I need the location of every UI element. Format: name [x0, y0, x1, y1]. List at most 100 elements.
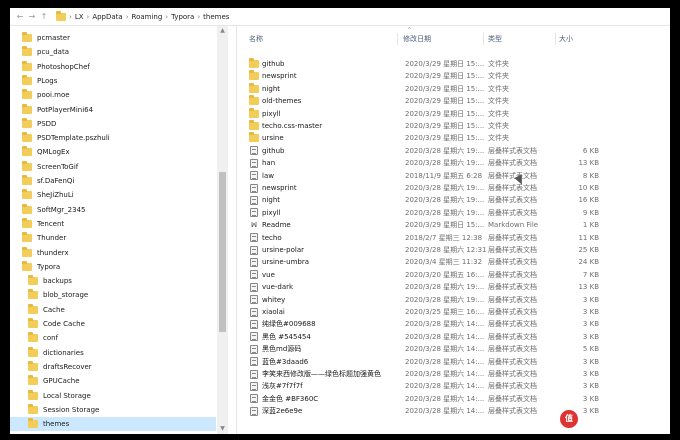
file-size: 3 KB: [582, 370, 599, 378]
file-type: 层叠样式表文档: [488, 320, 537, 329]
scroll-up-icon[interactable]: ▲: [217, 26, 228, 36]
file-row[interactable]: 黑色 #545454 2020/3/28 星期六 14:... 层叠样式表文档 3 K…: [237, 331, 657, 343]
file-row[interactable]: newsprint 2020/3/28 星期六 19:... 层叠样式表文档 10 K…: [237, 182, 657, 194]
tree-item-label: PSDTemplate.pszhuli: [37, 134, 110, 143]
file-row[interactable]: newsprint 2020/3/29 星期日 15:... 文件夹: [237, 70, 657, 82]
tree-item[interactable]: blob_storage: [10, 288, 216, 302]
tree-item[interactable]: draftsRecover: [10, 360, 216, 374]
folder-icon: [22, 217, 32, 228]
tree-item[interactable]: QMLogEx: [10, 145, 216, 159]
file-row[interactable]: han 2020/3/28 星期六 19:... 层叠样式表文档 13 KB: [237, 157, 657, 169]
file-row[interactable]: github 2020/3/28 星期六 19:... 层叠样式表文档 6 KB: [237, 145, 657, 157]
file-type: 层叠样式表文档: [488, 407, 537, 416]
file-name: ursine-polar: [262, 246, 305, 254]
file-type: 层叠样式表文档: [488, 295, 537, 304]
tree-item[interactable]: conf: [10, 331, 216, 345]
scroll-down-icon[interactable]: ▼: [217, 424, 228, 434]
markdown-file-icon: ꟽ: [250, 220, 258, 229]
tree-item[interactable]: themes: [10, 417, 216, 432]
tree-item[interactable]: thunderx: [10, 246, 216, 260]
column-divider[interactable]: [483, 33, 484, 45]
file-type: 层叠样式表文档: [488, 345, 537, 354]
breadcrumb-segment[interactable]: LX: [75, 13, 84, 21]
file-row[interactable]: pixyll 2020/3/28 星期六 19:... 层叠样式表文档 9 KB: [237, 207, 657, 219]
tree-item[interactable]: pcmaster: [10, 31, 216, 45]
file-modified-date: 2020/3/29 星期日 15:...: [405, 97, 485, 106]
file-row[interactable]: 黑色md源码 2020/3/28 星期六 14:... 层叠样式表文档 5 KB: [237, 343, 657, 355]
file-size: 3 KB: [582, 320, 599, 329]
file-name: night: [262, 196, 281, 205]
tree-item[interactable]: Code Cache: [10, 317, 216, 331]
up-arrow-icon[interactable]: ↑: [38, 12, 50, 21]
file-type: 层叠样式表文档: [488, 382, 537, 391]
tree-item[interactable]: sf.DaFenQi: [10, 174, 216, 188]
breadcrumb[interactable]: › LX › AppData › Roaming › Typora › them…: [56, 10, 232, 24]
forward-arrow-icon[interactable]: →: [26, 12, 38, 21]
file-row[interactable]: ꟽ Readme 2020/3/29 星期日 15:... Markdown File…: [237, 219, 657, 231]
tree-item[interactable]: pooi.moe: [10, 88, 216, 102]
column-divider[interactable]: [555, 33, 556, 45]
column-size-header[interactable]: 大小: [559, 32, 573, 46]
file-row[interactable]: night 2020/3/29 星期日 15:... 文件夹: [237, 82, 657, 95]
file-type: 文件夹: [488, 134, 509, 143]
file-row[interactable]: 纯绿色#009688 2020/3/28 星期六 14:... 层叠样式表文档 3 K…: [237, 318, 657, 330]
tree-item[interactable]: PLogs: [10, 74, 216, 88]
file-row[interactable]: 金金色 #BF360C 2020/3/28 星期六 14:... 层叠样式表文档 3 …: [237, 393, 657, 405]
breadcrumb-segment[interactable]: AppData: [92, 13, 122, 21]
tree-item[interactable]: Cache: [10, 303, 216, 317]
scrollbar-thumb[interactable]: [219, 172, 226, 332]
file-row[interactable]: ursine 2020/3/29 星期日 15:... 文件夹: [237, 132, 657, 144]
file-row[interactable]: techo 2018/2/7 星期三 12:38 层叠样式表文档 11 KB: [237, 232, 657, 244]
file-name: old-themes: [262, 97, 302, 106]
tree-item[interactable]: Typora: [10, 260, 216, 274]
file-row[interactable]: 李笑来西修改版——绿色标题加强黄色 2020/3/28 星期六 14:... 层叠样…: [237, 368, 657, 380]
column-date-header[interactable]: 修改日期: [403, 32, 431, 46]
file-name: github: [262, 60, 285, 68]
back-arrow-icon[interactable]: ←: [14, 12, 26, 21]
tree-item[interactable]: PSDD: [10, 117, 216, 131]
tree-item[interactable]: dictionaries: [10, 346, 216, 360]
breadcrumb-segment[interactable]: themes: [203, 13, 229, 21]
css-file-icon: [249, 344, 259, 354]
tree-item[interactable]: Thunder: [10, 231, 216, 245]
tree-item[interactable]: GPUCache: [10, 374, 216, 388]
tree-item[interactable]: SoftMgr_2345: [10, 203, 216, 217]
tree-item-label: QMLogEx: [37, 148, 70, 157]
tree-item[interactable]: pcu_data: [10, 45, 216, 59]
tree-item[interactable]: Session Storage: [10, 403, 216, 417]
chevron-right-icon: ›: [86, 12, 90, 21]
file-row[interactable]: vue-dark 2020/3/28 星期六 19:... 层叠样式表文档 13 KB: [237, 281, 657, 293]
tree-item[interactable]: SheJiZhuLi: [10, 188, 216, 202]
file-modified-date: 2020/3/28 星期六 19:...: [405, 283, 485, 292]
file-row[interactable]: ursine-polar 2020/3/28 星期六 12:31 层叠样式表文档 25…: [237, 244, 657, 256]
column-type-header[interactable]: 类型: [488, 32, 502, 46]
file-type: 文件夹: [488, 97, 509, 106]
column-name-header[interactable]: 名称: [249, 32, 263, 46]
file-row[interactable]: law 2018/11/9 星期五 6:28 层叠样式表文档 8 KB: [237, 170, 657, 182]
file-row[interactable]: xiaolai 2020/3/25 星期三 16:... 层叠样式表文档 3 KB: [237, 306, 657, 318]
tree-item[interactable]: PotPlayerMini64: [10, 103, 216, 117]
file-row[interactable]: night 2020/3/28 星期六 19:... 层叠样式表文档 16 KB: [237, 194, 657, 206]
file-name: 黑色 #545454: [262, 332, 311, 341]
file-row[interactable]: pixyll 2020/3/29 星期日 15:... 文件夹: [237, 107, 657, 120]
css-file-icon: [249, 208, 259, 218]
tree-item[interactable]: PSDTemplate.pszhuli: [10, 131, 216, 145]
tree-item[interactable]: backups: [10, 274, 216, 288]
file-row[interactable]: whitey 2020/3/28 星期六 19:... 层叠样式表文档 3 KB: [237, 294, 657, 306]
breadcrumb-segment[interactable]: Roaming: [132, 13, 163, 21]
tree-scrollbar[interactable]: ▲ ▼: [217, 26, 228, 434]
file-row[interactable]: 浅灰#7f7f7f 2020/3/28 星期六 14:... 层叠样式表文档 3 KB: [237, 380, 657, 392]
file-row[interactable]: old-themes 2020/3/29 星期日 15:... 文件夹: [237, 95, 657, 107]
tree-item[interactable]: ScreenToGif: [10, 160, 216, 174]
css-file-icon: [249, 233, 259, 243]
file-row[interactable]: techo.css-master 2020/3/29 星期日 15:... 文件夹: [237, 120, 657, 132]
file-row[interactable]: ursine-umbra 2020/3/4 星期三 11:32 层叠样式表文档 24 …: [237, 256, 657, 268]
file-row[interactable]: 蓝色#3daad6 2020/3/28 星期六 14:... 层叠样式表文档 3 KB: [237, 356, 657, 368]
tree-item[interactable]: Tencent: [10, 217, 216, 231]
file-row[interactable]: github 2020/3/29 星期日 15:... 文件夹: [237, 58, 657, 70]
breadcrumb-segment[interactable]: Typora: [171, 13, 194, 21]
tree-item[interactable]: Local Storage: [10, 389, 216, 403]
file-row[interactable]: vue 2020/3/20 星期五 16:... 层叠样式表文档 7 KB: [237, 269, 657, 281]
tree-item[interactable]: PhotoshopChef: [10, 60, 216, 74]
column-divider[interactable]: [397, 33, 398, 45]
